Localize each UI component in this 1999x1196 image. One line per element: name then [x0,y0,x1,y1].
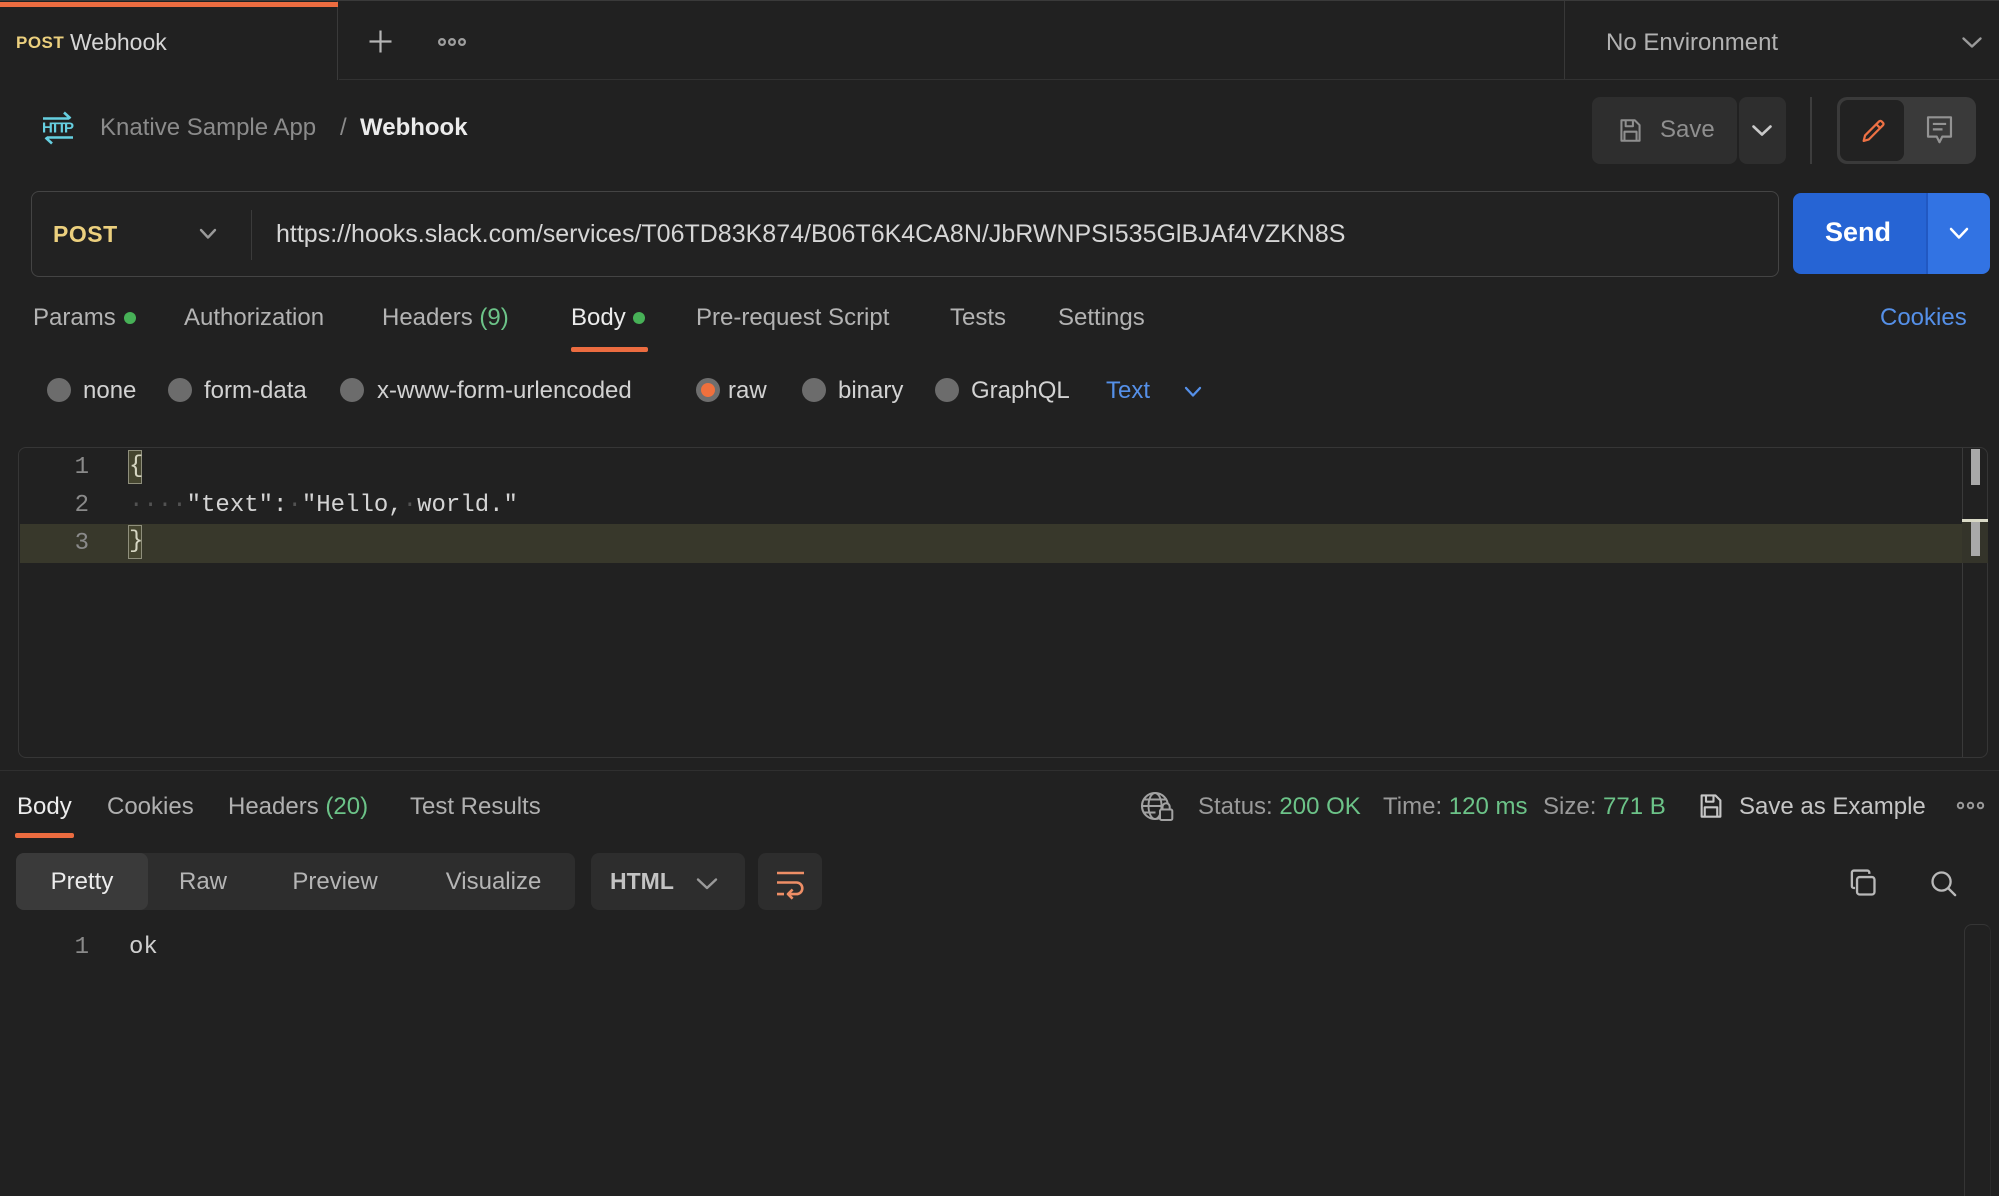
svg-text:HTTP: HTTP [42,120,74,137]
